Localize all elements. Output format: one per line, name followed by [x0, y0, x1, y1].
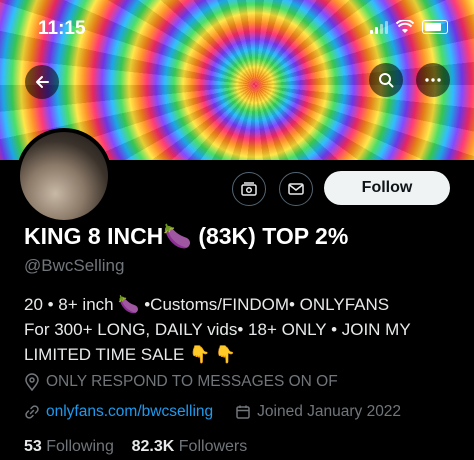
profile-bio: 20 • 8+ inch 🍆 •Customs/FINDOM• ONLYFANS…: [24, 292, 464, 367]
bio-line: LIMITED TIME SALE 👇 👇: [24, 345, 237, 364]
calendar-icon: [236, 405, 250, 419]
profile-handle: @BwcSelling: [24, 256, 125, 275]
website-link[interactable]: onlyfans.com/bwcselling: [46, 403, 213, 421]
battery-icon: [422, 20, 448, 34]
search-icon: [379, 73, 394, 88]
bio-line: 20 • 8+ inch 🍆 •Customs/FINDOM• ONLYFANS: [24, 295, 390, 314]
status-icons: [370, 20, 448, 34]
following-count: 53: [24, 438, 42, 455]
signal-icon: [370, 20, 388, 34]
profile-meta-row: onlyfans.com/bwcselling Joined January 2…: [24, 403, 401, 421]
profile-location: ONLY RESPOND TO MESSAGES ON OF: [24, 373, 338, 391]
link-icon: [25, 405, 39, 419]
profile-name: KING 8 INCH🍆 (83K) TOP 2%: [24, 223, 349, 249]
follow-button[interactable]: Follow: [324, 171, 450, 205]
followers-label: Followers: [178, 438, 248, 455]
subscriptions-icon: [241, 182, 257, 196]
subscriptions-button[interactable]: [232, 172, 266, 206]
envelope-icon: [288, 183, 304, 195]
followers-count: 82.3K: [131, 438, 175, 455]
search-button[interactable]: [369, 63, 403, 97]
more-button[interactable]: [416, 63, 450, 97]
status-time: 11:15: [38, 18, 86, 39]
wifi-icon: [396, 20, 414, 33]
arrow-left-icon: [36, 76, 49, 88]
profile-stats: 53 Following 82.3K Followers: [24, 438, 247, 456]
bio-line: For 300+ LONG, DAILY vids• 18+ ONLY • JO…: [24, 320, 411, 339]
joined-date: Joined January 2022: [257, 403, 402, 420]
following-link[interactable]: 53 Following: [24, 438, 114, 455]
following-label: Following: [46, 438, 114, 455]
message-button[interactable]: [279, 172, 313, 206]
status-bar: 11:15: [0, 0, 474, 50]
avatar[interactable]: [16, 128, 112, 224]
back-button[interactable]: [25, 65, 59, 99]
location-pin-icon: [25, 373, 39, 391]
more-horizontal-icon: [425, 78, 441, 82]
location-text: ONLY RESPOND TO MESSAGES ON OF: [46, 373, 338, 390]
followers-link[interactable]: 82.3K Followers: [132, 438, 248, 455]
